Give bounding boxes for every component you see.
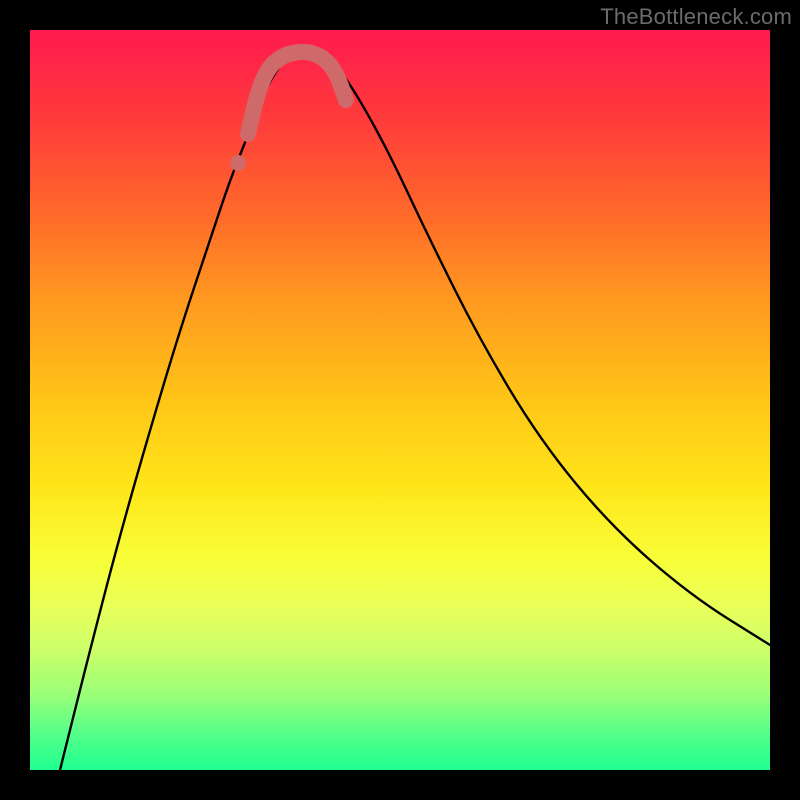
watermark-text: TheBottleneck.com bbox=[600, 4, 792, 30]
highlight-dot bbox=[230, 155, 246, 171]
chart-frame: TheBottleneck.com bbox=[0, 0, 800, 800]
curve-svg bbox=[30, 30, 770, 770]
highlight-band bbox=[248, 52, 346, 134]
plot-area bbox=[30, 30, 770, 770]
bottleneck-curve bbox=[60, 51, 770, 770]
